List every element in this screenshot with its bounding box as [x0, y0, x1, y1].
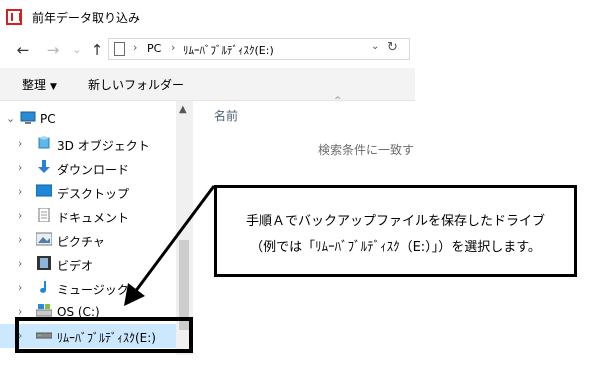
sort-caret-icon: ^ — [334, 96, 342, 106]
chevron-right-icon[interactable]: › — [18, 233, 22, 246]
tree-item[interactable]: › デスクトップ — [0, 180, 176, 204]
window-title: 前年データ取り込み — [32, 11, 141, 25]
desktop-icon — [36, 184, 52, 197]
command-bar: 整理 ▼ 新しいフォルダー — [0, 68, 415, 101]
3d-objects-icon — [38, 136, 50, 149]
video-icon — [37, 256, 51, 270]
folder-icon — [114, 42, 125, 56]
chevron-right-icon[interactable]: › — [18, 137, 22, 150]
recent-locations-button[interactable]: ⌄ — [68, 41, 86, 59]
app-icon — [6, 9, 22, 25]
chevron-right-icon[interactable]: › — [18, 185, 22, 198]
breadcrumb-removable-disk[interactable]: ﾘﾑｰﾊﾞﾌﾞﾙﾃﾞｨｽｸ(E:) — [183, 42, 274, 58]
highlight-frame — [15, 317, 193, 353]
breadcrumb-pc[interactable]: PC — [147, 42, 161, 55]
forward-button[interactable]: → — [44, 41, 62, 59]
column-header-name[interactable]: 名前 — [214, 107, 238, 124]
chevron-right-icon[interactable]: › — [18, 209, 22, 222]
pictures-icon — [36, 232, 52, 246]
tree-label: ピクチャ — [57, 235, 105, 249]
chevron-right-icon[interactable]: › — [18, 281, 22, 294]
chevron-right-icon[interactable]: › — [18, 161, 22, 174]
tree-label: ミュージック — [57, 283, 129, 297]
empty-folder-message: 検索条件に一致する — [318, 143, 415, 157]
scroll-up-icon[interactable]: ▲ — [179, 104, 187, 115]
download-icon — [38, 160, 50, 173]
up-button[interactable]: ↑ — [88, 41, 106, 59]
back-button[interactable]: ← — [14, 41, 32, 59]
address-separator: › — [171, 41, 176, 54]
chevron-right-icon[interactable]: › — [18, 257, 22, 270]
music-icon — [40, 281, 47, 293]
document-icon — [38, 208, 50, 222]
drive-icon — [36, 304, 52, 317]
new-folder-button[interactable]: 新しいフォルダー — [88, 76, 184, 93]
tree-item[interactable]: › ミュージック — [0, 276, 176, 300]
tree-label: ダウンロード — [57, 163, 130, 177]
explorer-window: 前年データ取り込み ← → ⌄ ↑ › PC › ﾘﾑｰﾊﾞﾌﾞﾙﾃﾞｨｽｸ(E… — [0, 0, 415, 355]
tree-label: ビデオ — [57, 259, 94, 273]
title-bar: 前年データ取り込み — [0, 0, 415, 32]
callout-line-2: （例では「ﾘﾑｰﾊﾞﾌﾞﾙﾃﾞｨｽｸ（E:）」）を選択します。 — [250, 240, 541, 255]
address-dropdown-icon[interactable]: ⌄ — [371, 41, 379, 52]
tree-label: 3D オブジェクト — [57, 139, 150, 153]
caret-down-icon: ▼ — [50, 82, 57, 92]
address-bar[interactable]: › PC › ﾘﾑｰﾊﾞﾌﾞﾙﾃﾞｨｽｸ(E:) ⌄ ↻ — [108, 38, 410, 60]
tree-item[interactable]: › ピクチャ — [0, 228, 176, 252]
refresh-icon[interactable]: ↻ — [387, 40, 398, 55]
tree-item[interactable]: › ダウンロード — [0, 156, 176, 180]
instruction-callout: 手順Ａでバックアップファイルを保存したドライブ （例では「ﾘﾑｰﾊﾞﾌﾞﾙﾃﾞｨ… — [214, 185, 577, 277]
organize-label: 整理 — [22, 78, 47, 92]
tree-item[interactable]: › ビデオ — [0, 252, 176, 276]
tree-label: ドキュメント — [57, 211, 130, 225]
organize-button[interactable]: 整理 ▼ — [22, 76, 57, 93]
address-separator: › — [133, 41, 138, 54]
callout-line-1: 手順Ａでバックアップファイルを保存したドライブ — [245, 214, 545, 229]
tree-item[interactable]: › ドキュメント — [0, 204, 176, 228]
tree-label: デスクトップ — [57, 187, 130, 201]
tree-item[interactable]: › 3D オブジェクト — [0, 132, 176, 156]
